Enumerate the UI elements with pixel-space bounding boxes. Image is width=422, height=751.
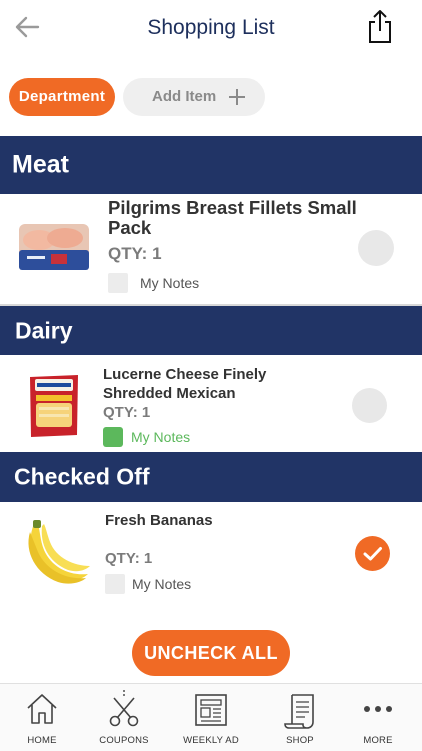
bottom-tab-bar: HOME COUPONS WEEKLY AD SHOP MORE <box>0 683 422 751</box>
item-qty: QTY: 1 <box>108 244 162 263</box>
tab-shop[interactable]: SHOP <box>258 684 342 751</box>
uncheck-all-label: UNCHECK ALL <box>144 643 278 663</box>
product-image-cheese <box>30 375 78 437</box>
section-title: Checked Off <box>14 463 150 490</box>
tab-label: MORE <box>363 735 393 746</box>
item-qty: QTY: 1 <box>105 550 153 567</box>
section-header-dairy: Dairy <box>0 306 422 355</box>
plus-icon <box>229 89 245 105</box>
tab-label: WEEKLY AD <box>183 735 239 746</box>
list-item[interactable]: Lucerne Cheese Finely Shredded Mexican Q… <box>0 355 422 452</box>
section-header-checked-off: Checked Off <box>0 452 422 502</box>
section-title: Meat <box>12 150 69 179</box>
add-item-label: Add Item <box>152 88 217 105</box>
notes-checkbox[interactable] <box>108 273 128 293</box>
tab-weekly-ad[interactable]: WEEKLY AD <box>169 684 253 751</box>
notes-label: My Notes <box>140 275 200 291</box>
receipt-icon <box>284 694 314 729</box>
check-off-button[interactable] <box>352 388 387 423</box>
notes-checkbox[interactable] <box>105 574 125 594</box>
section-header-meat: Meat <box>0 136 422 194</box>
more-dots-icon <box>364 706 392 712</box>
tab-label: HOME <box>27 735 57 746</box>
notes-checkbox-checked[interactable] <box>103 427 123 447</box>
department-label: Department <box>18 88 106 105</box>
notes-label: My Notes <box>131 429 191 445</box>
uncheck-all-button[interactable]: UNCHECK ALL <box>132 630 290 676</box>
item-name: Pilgrims Breast Fillets Small Pack <box>108 197 357 238</box>
checked-icon[interactable] <box>355 536 390 571</box>
item-qty: QTY: 1 <box>103 404 151 421</box>
scissors-icon <box>109 690 139 727</box>
home-icon <box>27 694 57 724</box>
tab-more[interactable]: MORE <box>336 684 420 751</box>
page-title: Shopping List <box>147 16 275 39</box>
add-item-button[interactable]: Add Item <box>123 78 265 116</box>
check-off-button[interactable] <box>358 230 394 266</box>
app-header: Shopping List <box>0 0 422 60</box>
section-title: Dairy <box>15 317 73 343</box>
tab-home[interactable]: HOME <box>0 684 84 751</box>
newspaper-icon <box>195 694 227 726</box>
department-filter-button[interactable]: Department <box>9 78 115 116</box>
item-name: Lucerne Cheese Finely Shredded Mexican <box>103 366 267 402</box>
notes-label: My Notes <box>132 576 192 592</box>
share-icon[interactable] <box>366 9 394 45</box>
tab-label: COUPONS <box>99 735 149 746</box>
product-image-chicken <box>19 224 89 270</box>
product-image-bananas <box>28 520 90 584</box>
tab-coupons[interactable]: COUPONS <box>82 684 166 751</box>
tab-label: SHOP <box>286 735 314 746</box>
item-name: Fresh Bananas <box>105 512 213 529</box>
list-item[interactable]: Pilgrims Breast Fillets Small Pack QTY: … <box>0 194 422 304</box>
list-item[interactable]: Fresh Bananas QTY: 1 My Notes <box>0 502 422 617</box>
